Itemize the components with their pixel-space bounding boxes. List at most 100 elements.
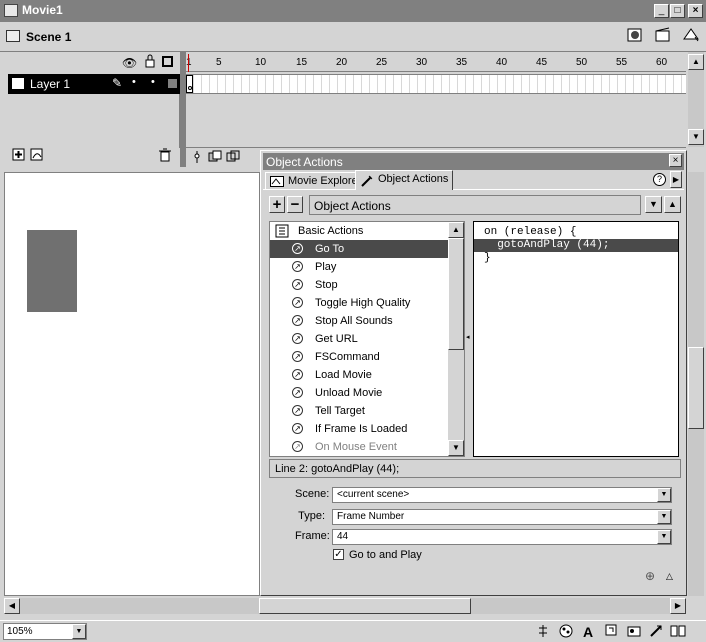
panel-close-button[interactable]: × [669,154,682,167]
view-options-icon[interactable] [680,25,702,47]
edit-symbols-icon[interactable] [624,25,646,47]
stage-horizontal-scrollbar[interactable]: ◀ ▶ [4,598,686,614]
scene-select[interactable]: <current scene> ▼ [332,487,672,503]
ruler-tick: 45 [536,57,548,68]
frame-input[interactable]: 44 ▼ [332,529,672,545]
action-item[interactable]: ↗ Tell Target [270,402,448,420]
target-icon[interactable]: ⊕ [645,569,655,583]
add-action-button[interactable]: + [269,196,285,213]
chevron-down-icon[interactable]: ▼ [657,510,671,524]
category-basic-actions[interactable]: Basic Actions [270,222,448,240]
action-item[interactable]: ↗ Load Movie [270,366,448,384]
scroll-down-arrow[interactable]: ▼ [448,440,464,456]
stage[interactable] [4,172,260,596]
stage-vertical-scrollbar[interactable] [688,172,704,596]
panel-menu-arrow[interactable]: ▶ [670,171,682,188]
minimize-button[interactable]: _ [654,4,669,18]
frame-row[interactable] [186,74,686,94]
scroll-up-arrow[interactable]: ▲ [688,54,704,70]
chevron-down-icon[interactable]: ▼ [657,488,671,502]
action-item[interactable]: ↗ Unload Movie [270,384,448,402]
action-item[interactable]: ↗ On Mouse Event [270,438,448,456]
action-item[interactable]: ↗ Get URL [270,330,448,348]
window-titlebar: Movie1 _ □ × [0,0,706,22]
eye-icon[interactable]: 👁 [122,56,137,70]
code-line[interactable]: } [474,252,678,265]
add-guide-layer-icon[interactable] [30,148,44,165]
action-item[interactable]: ↗ Stop All Sounds [270,312,448,330]
scroll-thumb[interactable] [688,347,704,429]
visible-dot[interactable]: • [132,76,136,88]
scroll-left-arrow[interactable]: ◀ [4,598,20,614]
action-label: Get URL [315,333,358,345]
panel-titlebar[interactable]: Object Actions × [263,153,684,170]
tab-movie-explorer[interactable]: Movie Explorer [265,172,367,190]
pencil-icon[interactable]: ✎ [112,76,122,90]
scroll-thumb[interactable] [259,598,471,614]
zoom-select[interactable]: 105% ▼ [3,623,87,640]
action-item[interactable]: ↗ FSCommand [270,348,448,366]
stage-button-rectangle[interactable] [27,230,77,312]
scroll-right-arrow[interactable]: ▶ [670,598,686,614]
ruler-tick: 20 [336,57,348,68]
onion-skin-icon[interactable] [208,150,222,164]
scroll-up-arrow[interactable]: ▲ [448,222,464,238]
action-item[interactable]: ↗ Toggle High Quality [270,294,448,312]
delete-layer-icon[interactable] [158,148,172,165]
lock-dot[interactable]: • [151,76,155,88]
code-line[interactable]: on (release) { [474,226,678,239]
collapse-params-icon[interactable]: △ [666,571,673,582]
layer-row[interactable]: Layer 1 ✎ • • [8,74,182,94]
color-mixer-icon[interactable] [558,624,574,640]
type-select[interactable]: Frame Number ▼ [332,509,672,525]
go-to-and-play-checkbox[interactable]: ✓ [333,549,344,560]
movie-explorer-icon[interactable] [626,624,642,640]
align-icon[interactable] [535,624,551,640]
go-to-and-play-label[interactable]: Go to and Play [349,549,422,561]
move-down-button[interactable]: ▼ [645,196,662,213]
help-icon[interactable]: ? [653,173,666,186]
actions-icon[interactable] [648,624,664,640]
scroll-down-arrow[interactable]: ▼ [688,129,704,145]
type-label: Type: [298,510,325,522]
scroll-thumb[interactable] [448,238,464,350]
action-item[interactable]: ↗ Stop [270,276,448,294]
code-line[interactable]: gotoAndPlay (44); [474,239,678,252]
close-button[interactable]: × [688,4,703,18]
tab-object-actions[interactable]: Object Actions [355,170,454,190]
move-up-button[interactable]: ▲ [664,196,681,213]
action-item[interactable]: ↗ Go To [270,240,448,258]
frame-ruler[interactable]: 1 5 10 15 20 25 30 35 40 45 50 55 60 [186,54,686,72]
pane-splitter[interactable]: ◂ [465,221,473,457]
action-label: On Mouse Event [315,441,397,453]
keyframe[interactable] [186,75,193,93]
script-pane[interactable]: on (release) { gotoAndPlay (44);} [473,221,679,457]
layer-panel: 👁 Layer 1 ✎ • • [4,52,182,167]
layer-icon [12,78,24,89]
library-icon[interactable] [670,624,686,640]
maximize-button[interactable]: □ [670,4,685,18]
character-icon[interactable]: A [580,624,596,640]
chevron-down-icon[interactable]: ▼ [72,624,86,639]
timeline-vertical-scrollbar[interactable]: ▲ ▼ [688,52,704,147]
remove-action-button[interactable]: − [287,196,303,213]
lock-icon[interactable] [144,54,156,71]
outline-square-icon[interactable] [162,56,173,67]
add-layer-icon[interactable] [12,148,26,165]
splitter-arrow-icon: ◂ [466,334,470,341]
scene-label: Scene 1 [26,30,72,44]
scene-label: Scene: [295,488,330,500]
action-item[interactable]: ↗ If Frame Is Loaded [270,420,448,438]
chevron-down-icon[interactable]: ▼ [657,530,671,544]
action-item[interactable]: ↗ Play [270,258,448,276]
center-frame-icon[interactable] [190,150,204,164]
actions-list[interactable]: Basic Actions ↗ Go To ↗ Play ↗ Stop ↗ Toggle Hi… [269,221,465,457]
actions-list-scrollbar[interactable]: ▲ ▼ [448,222,464,456]
onion-outlines-icon[interactable] [226,150,240,164]
outline-color-swatch[interactable] [168,79,177,88]
action-label: FSCommand [315,351,380,363]
scene-icon [6,30,20,42]
edit-scene-icon[interactable] [652,25,674,47]
action-label: Tell Target [315,405,365,417]
instance-icon[interactable] [604,624,620,640]
